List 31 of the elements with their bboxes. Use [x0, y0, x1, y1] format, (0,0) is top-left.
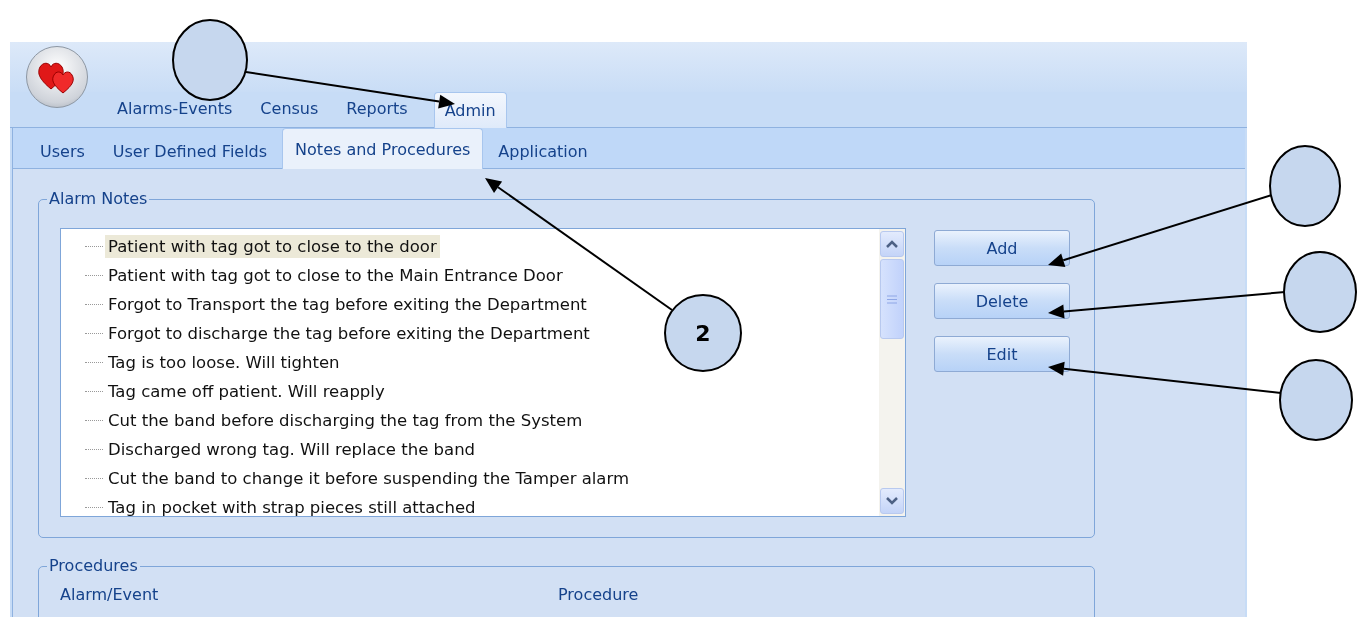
- list-item[interactable]: Cut the band before discharging the tag from the System: [105, 409, 586, 432]
- list-item[interactable]: Tag in pocket with strap pieces still attached: [105, 496, 479, 516]
- ribbon-tab[interactable]: Reports: [344, 100, 410, 118]
- action-button[interactable]: Edit: [934, 336, 1070, 372]
- list-item[interactable]: Tag is too loose. Will tighten: [105, 351, 343, 374]
- list-item[interactable]: Forgot to discharge the tag before exiting the Department: [105, 322, 593, 345]
- tab[interactable]: Notes and Procedures: [282, 128, 484, 169]
- scroll-thumb[interactable]: [880, 259, 904, 339]
- list-item[interactable]: Cut the band to change it before suspending the Tamper alarm: [105, 467, 633, 490]
- tab[interactable]: Application: [485, 132, 601, 169]
- ribbon-tab[interactable]: Admin: [433, 92, 507, 128]
- tab[interactable]: User Defined Fields: [99, 132, 281, 169]
- chevron-down-icon: [886, 497, 898, 505]
- callout-number: 2: [695, 321, 711, 346]
- scrollbar[interactable]: [879, 229, 905, 516]
- column-header: Alarm/Event: [60, 585, 160, 604]
- scroll-down-button[interactable]: [880, 488, 904, 514]
- chevron-up-icon: [886, 240, 898, 248]
- action-button[interactable]: Add: [934, 230, 1070, 266]
- list-item[interactable]: Discharged wrong tag. Will replace the band: [105, 438, 479, 461]
- ribbon-tab[interactable]: Census: [258, 100, 321, 118]
- scroll-up-button[interactable]: [880, 231, 904, 257]
- action-button[interactable]: Delete: [934, 283, 1070, 319]
- tab[interactable]: Users: [27, 132, 98, 169]
- list-item[interactable]: Patient with tag got to close to the door: [105, 235, 440, 258]
- list-item[interactable]: Forgot to Transport the tag before exiting the Department: [105, 293, 590, 316]
- grip-icon: [887, 294, 897, 304]
- ribbon-tab[interactable]: Alarms-Events: [115, 100, 235, 118]
- column-header: Procedure: [558, 585, 640, 604]
- list-item[interactable]: Tag came off patient. Will reapply: [105, 380, 388, 403]
- list-item[interactable]: Patient with tag got to close to the Main Entrance Door: [105, 264, 566, 287]
